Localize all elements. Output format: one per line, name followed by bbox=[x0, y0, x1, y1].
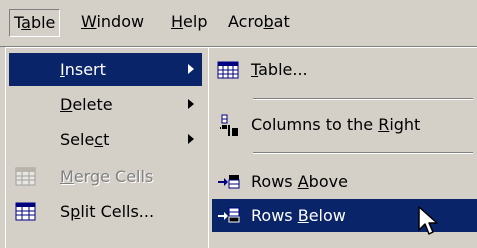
table-menu-dropdown: Insert Delete Select Merge Cells Split C… bbox=[5, 47, 211, 248]
submenu-item-label: Rows Below bbox=[251, 206, 346, 225]
menu-item-label: Insert bbox=[60, 60, 106, 79]
submenu-item-table[interactable]: Table... bbox=[212, 53, 477, 86]
insert-column-right-icon bbox=[220, 114, 238, 136]
menu-item-label: Delete bbox=[60, 95, 113, 114]
menu-item-insert[interactable]: Insert bbox=[9, 53, 202, 86]
submenu-item-columns-right[interactable]: Columns to the Right bbox=[212, 108, 477, 141]
menu-item-label: Split Cells... bbox=[60, 202, 155, 221]
menu-item-split-cells[interactable]: Split Cells... bbox=[9, 195, 202, 228]
submenu-arrow-icon bbox=[188, 99, 194, 109]
insert-row-below-icon bbox=[218, 207, 240, 223]
submenu-arrow-icon bbox=[188, 64, 194, 74]
menu-item-delete[interactable]: Delete bbox=[9, 88, 202, 121]
menu-item-label: Merge Cells bbox=[60, 167, 154, 186]
menu-separator bbox=[253, 152, 473, 154]
merge-cells-icon bbox=[15, 167, 36, 186]
menu-table[interactable]: Table bbox=[9, 9, 61, 37]
menu-item-label: Select bbox=[60, 130, 110, 149]
submenu-item-rows-above[interactable]: Rows Above bbox=[212, 165, 477, 198]
submenu-item-label: Columns to the Right bbox=[251, 115, 421, 134]
mouse-pointer-icon bbox=[418, 206, 438, 235]
insert-table-icon bbox=[217, 61, 239, 79]
menu-item-select[interactable]: Select bbox=[9, 123, 202, 156]
menu-acrobat[interactable]: Acrobat bbox=[225, 11, 293, 33]
split-cells-icon bbox=[15, 202, 36, 221]
menu-bar: Table Window Help Acrobat bbox=[0, 0, 477, 47]
menu-item-merge-cells: Merge Cells bbox=[9, 160, 202, 193]
insert-row-above-icon bbox=[218, 175, 240, 189]
menu-help[interactable]: Help bbox=[168, 11, 210, 33]
submenu-item-label: Table... bbox=[251, 60, 308, 79]
submenu-arrow-icon bbox=[188, 134, 194, 144]
submenu-item-label: Rows Above bbox=[251, 172, 348, 191]
menu-separator bbox=[253, 98, 473, 100]
menu-window[interactable]: Window bbox=[78, 11, 147, 33]
